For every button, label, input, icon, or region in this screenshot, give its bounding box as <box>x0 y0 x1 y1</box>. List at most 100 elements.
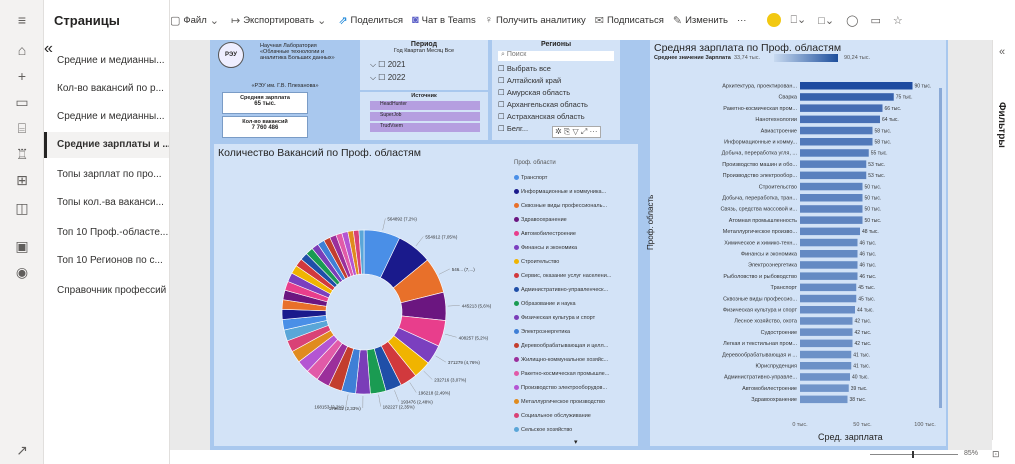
region-item[interactable]: ☐ Выбрать все <box>498 64 551 73</box>
salary-bar[interactable] <box>800 317 853 325</box>
legend-item[interactable]: Сельское хозяйство <box>514 423 636 437</box>
share-button[interactable]: ⇗ Поделиться <box>338 14 403 27</box>
page-item-active[interactable]: Средние зарплаты и ... <box>44 132 169 158</box>
source-item[interactable]: HeadHunter <box>370 101 480 110</box>
legend-item[interactable]: Деревообрабатывающая и целл... <box>514 339 636 353</box>
legend-item[interactable]: Транспорт <box>514 171 636 185</box>
comment-icon[interactable]: ▭ <box>870 14 883 27</box>
source-item[interactable]: TrudVsem <box>370 123 480 132</box>
period-item-2022[interactable]: ⌵ ☐ 2022 <box>370 73 405 83</box>
salary-bar[interactable] <box>800 138 873 146</box>
legend-item[interactable]: Сервис, оказание услуг населени... <box>514 269 636 283</box>
legend-item[interactable]: Жилищно-коммунальное хозяйс... <box>514 353 636 367</box>
subscribe-button[interactable]: ✉ Подписаться <box>595 14 664 27</box>
page-item[interactable]: Справочник профессий <box>44 278 169 304</box>
insights-button[interactable]: ♀ Получить аналитику <box>485 14 586 26</box>
edit-button[interactable]: ✎ Изменить <box>673 14 728 27</box>
region-item[interactable]: ☐ Белг... <box>498 124 528 133</box>
salary-bar[interactable] <box>800 384 849 392</box>
legend-item[interactable]: Производство электрооборудов... <box>514 381 636 395</box>
legend-item[interactable]: Здравоохранение <box>514 213 636 227</box>
page-item[interactable]: Средние и медианны... <box>44 48 169 74</box>
legend-item[interactable]: Образование и наука <box>514 297 636 311</box>
reset-icon[interactable]: ◯ <box>846 14 861 27</box>
bookmark-icon[interactable]: ⎕⌄ <box>790 13 809 27</box>
salary-bar[interactable] <box>800 294 857 303</box>
salary-bar[interactable] <box>800 306 855 314</box>
salary-bar[interactable] <box>800 261 858 269</box>
goals-icon[interactable]: ♖ <box>12 144 32 164</box>
browse-icon[interactable]: ▭ <box>12 92 32 112</box>
salary-bar[interactable] <box>800 216 863 224</box>
expand-icon[interactable]: ↗ <box>12 440 32 460</box>
my-workspace-icon[interactable]: ◉ <box>12 262 32 282</box>
legend-item[interactable]: Электроэнергетика <box>514 325 636 339</box>
salary-bar[interactable] <box>800 339 853 348</box>
salary-bar[interactable] <box>800 205 863 213</box>
region-item[interactable]: ☐ Астраханская область <box>498 112 585 121</box>
legend-item[interactable]: Физическая культура и спорт <box>514 311 636 325</box>
legend-item[interactable]: Металлургическое производство <box>514 395 636 409</box>
expand-filters-icon[interactable]: « <box>999 46 1005 58</box>
refresh-icon[interactable] <box>767 13 782 27</box>
page-item[interactable]: Средние и медианны... <box>44 104 169 130</box>
apps-icon[interactable]: ⊞ <box>12 170 32 190</box>
region-item[interactable]: ☐ Алтайский край <box>498 76 561 85</box>
salary-bar[interactable] <box>800 182 863 191</box>
home-icon[interactable]: ⌂ <box>12 40 32 60</box>
period-item-2021[interactable]: ⌵ ☐ 2021 <box>370 60 405 70</box>
filters-label[interactable]: Фильтры <box>996 102 1007 148</box>
salary-bar[interactable] <box>800 328 853 336</box>
legend-scroll-down-icon[interactable]: ▾ <box>574 438 578 446</box>
salary-bar[interactable] <box>800 171 867 180</box>
salary-bar[interactable] <box>800 82 913 90</box>
legend-item[interactable]: Сквозные виды профессиональ... <box>514 199 636 213</box>
favorite-icon[interactable]: ☆ <box>893 14 906 27</box>
zoom-slider[interactable] <box>870 454 958 455</box>
salary-bar[interactable] <box>800 238 858 247</box>
region-item[interactable]: ☐ Архангельская область <box>498 100 588 109</box>
salary-bar[interactable] <box>800 272 858 280</box>
page-item[interactable]: Кол-во вакансий по р... <box>44 76 169 102</box>
legend-item[interactable]: Социальное обслуживание <box>514 409 636 423</box>
source-item[interactable]: SuperJob <box>370 112 480 121</box>
page-item[interactable]: Топы кол.-ва ваканси... <box>44 190 169 216</box>
hamburger-icon[interactable]: ≡ <box>12 10 32 30</box>
legend-item[interactable]: Финансы и экономика <box>514 241 636 255</box>
regions-search-input[interactable]: ⌕ Поиск <box>498 51 614 61</box>
legend-item[interactable]: Административно-управленческ... <box>514 283 636 297</box>
salary-bar[interactable] <box>800 283 857 292</box>
salary-bar[interactable] <box>800 126 873 135</box>
salary-bar[interactable] <box>800 149 869 157</box>
legend-item[interactable]: Строительство <box>514 255 636 269</box>
salary-bar[interactable] <box>800 227 860 236</box>
region-item[interactable]: ☐ Амурская область <box>498 88 570 97</box>
page-item[interactable]: Топы зарплат по про... <box>44 162 169 188</box>
zoom-slider-handle[interactable] <box>912 451 914 458</box>
page-item[interactable]: Топ 10 Регионов по с... <box>44 248 169 274</box>
salary-bar[interactable] <box>800 93 894 101</box>
file-menu[interactable]: ▢ Файл ⌄ <box>170 14 222 27</box>
workspaces-icon[interactable]: ▣ <box>12 236 32 256</box>
legend-item[interactable]: Информационные и коммуника... <box>514 185 636 199</box>
more-button[interactable]: ··· <box>737 15 747 26</box>
salary-bar[interactable] <box>800 362 852 370</box>
salary-bar[interactable] <box>800 395 848 404</box>
salary-bar[interactable] <box>800 250 858 258</box>
salary-bar[interactable] <box>800 104 883 112</box>
learn-icon[interactable]: ◫ <box>12 198 32 218</box>
legend-item[interactable]: Автомобилестроение <box>514 227 636 241</box>
salary-bar[interactable] <box>800 194 863 202</box>
fit-page-icon[interactable]: ⊡ <box>992 449 1000 460</box>
page-item[interactable]: Топ 10 Проф.-областе... <box>44 220 169 246</box>
view-icon[interactable]: □⌄ <box>818 14 837 27</box>
teams-chat-button[interactable]: ◙ Чат в Teams <box>412 14 476 26</box>
salary-bar[interactable] <box>800 350 852 359</box>
salary-bar[interactable] <box>800 160 867 168</box>
legend-item[interactable]: Ракетно-космическая промышле... <box>514 367 636 381</box>
visual-header-icons[interactable]: ✲ ⎘ ▽ ⤢ ··· <box>552 126 601 138</box>
bar-scrollbar[interactable] <box>939 88 942 408</box>
create-icon[interactable]: + <box>12 66 32 86</box>
salary-bar[interactable] <box>800 373 850 381</box>
export-button[interactable]: ↦ Экспортировать ⌄ <box>231 14 329 27</box>
